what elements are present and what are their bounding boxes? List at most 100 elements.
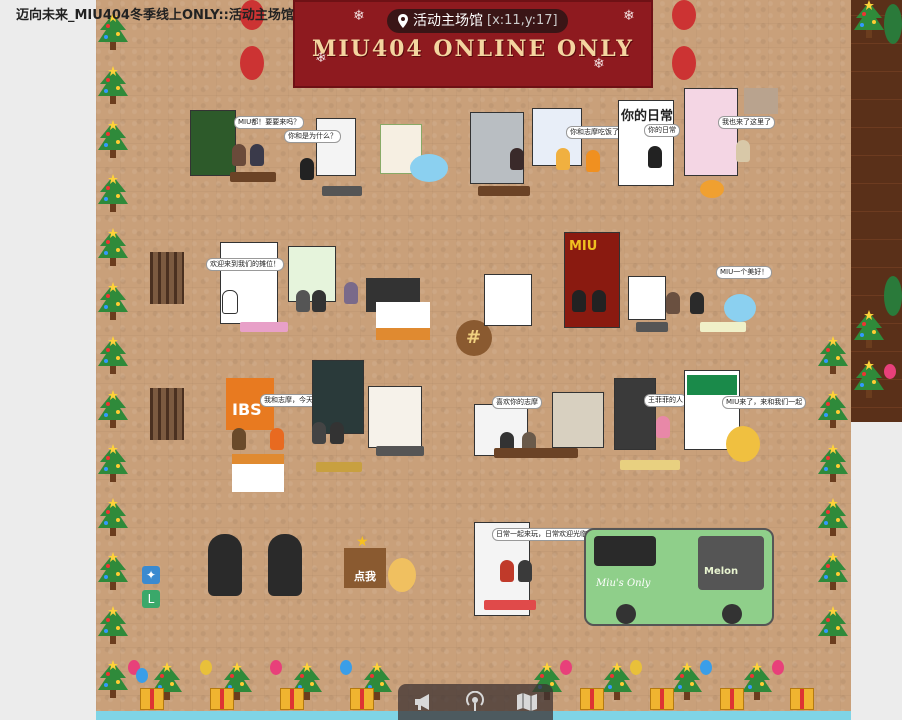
avatar[interactable] <box>572 290 586 312</box>
booth-poster[interactable] <box>190 110 236 176</box>
booth-table[interactable] <box>316 462 362 472</box>
christmas-tree-icon <box>672 662 702 700</box>
gift-icon <box>790 688 814 710</box>
balloon-icon <box>200 660 212 675</box>
avatar[interactable] <box>586 150 600 172</box>
booth-poster[interactable]: MIU <box>564 232 620 328</box>
christmas-tree-icon <box>98 498 128 536</box>
avatar[interactable] <box>672 46 696 80</box>
avatar[interactable] <box>518 560 532 582</box>
avatar[interactable] <box>222 290 238 314</box>
christmas-tree-icon <box>818 552 848 590</box>
avatar[interactable] <box>296 290 310 312</box>
avatar[interactable] <box>270 428 284 450</box>
christmas-tree-icon <box>602 662 632 700</box>
booth-poster[interactable] <box>368 386 422 448</box>
booth-table[interactable] <box>376 446 424 456</box>
gift-icon <box>140 688 164 710</box>
location-name: 活动主场馆 <box>413 13 483 29</box>
avatar[interactable] <box>344 282 358 304</box>
avatar[interactable] <box>510 148 524 170</box>
avatar[interactable] <box>388 558 416 592</box>
balloon-icon <box>560 660 572 675</box>
poster-header <box>687 375 737 395</box>
balloon-icon <box>630 660 642 675</box>
booth-table[interactable] <box>484 600 536 610</box>
booth-table[interactable] <box>232 454 284 492</box>
map-icon[interactable] <box>513 688 541 716</box>
avatar[interactable] <box>208 534 242 596</box>
booth-table[interactable] <box>700 322 746 332</box>
avatar[interactable] <box>232 428 246 450</box>
christmas-tree-icon <box>818 498 848 536</box>
avatar[interactable] <box>592 290 606 312</box>
christmas-tree-icon <box>98 552 128 590</box>
booth-table[interactable] <box>620 460 680 470</box>
avatar[interactable] <box>666 292 680 314</box>
avatar[interactable] <box>736 140 750 162</box>
booth-poster[interactable] <box>552 392 604 448</box>
hashtag-icon: # <box>466 327 482 348</box>
podcast-icon[interactable] <box>461 688 489 716</box>
avatar[interactable] <box>240 46 264 80</box>
avatar[interactable] <box>884 4 902 44</box>
christmas-tree-icon <box>818 390 848 428</box>
banner-text: MIU404 ONLINE ONLY <box>311 36 635 62</box>
christmas-tree-icon <box>98 282 128 320</box>
avatar[interactable] <box>656 416 670 438</box>
gift-icon <box>580 688 604 710</box>
booth-table[interactable] <box>494 448 578 458</box>
avatar[interactable] <box>556 148 570 170</box>
avatar[interactable] <box>410 154 448 182</box>
bonus-icon[interactable]: ✦ <box>142 566 160 584</box>
christmas-tree-icon <box>98 66 128 104</box>
christmas-tree-icon <box>854 360 884 398</box>
signpost[interactable]: 点我 <box>344 548 386 588</box>
booth-table[interactable] <box>240 322 288 332</box>
balloon-icon <box>884 364 896 379</box>
booth-table[interactable] <box>376 302 430 340</box>
avatar[interactable] <box>726 426 760 462</box>
melon-truck[interactable]: Melon Miu's Only <box>584 528 774 626</box>
truck-text: Miu's Only <box>596 578 651 589</box>
christmas-tree-icon <box>98 660 128 698</box>
booth-poster[interactable] <box>484 274 532 326</box>
avatar[interactable] <box>312 290 326 312</box>
booth-table[interactable] <box>478 186 530 196</box>
booth-poster[interactable] <box>614 378 656 450</box>
booth-poster[interactable] <box>628 276 666 320</box>
avatar[interactable] <box>232 144 246 166</box>
avatar[interactable] <box>672 0 696 30</box>
avatar[interactable] <box>690 292 704 314</box>
christmas-tree-icon <box>854 0 884 38</box>
booth-table[interactable] <box>636 322 668 332</box>
avatar[interactable] <box>884 276 902 316</box>
balloon-icon <box>136 668 148 683</box>
page-title: 迈向未来_MIU404冬季线上ONLY::活动主场馆 <box>16 8 294 23</box>
wooden-fence <box>150 388 184 440</box>
avatar[interactable] <box>700 180 724 198</box>
christmas-tree-icon <box>98 174 128 212</box>
wooden-fence <box>150 252 184 304</box>
booth-table[interactable] <box>322 186 362 196</box>
megaphone-icon[interactable] <box>410 688 438 716</box>
location-indicator[interactable]: 活动主场馆 [x:11,y:17] <box>387 9 568 33</box>
link-icon[interactable]: L <box>142 590 160 608</box>
booth-poster[interactable] <box>684 88 738 176</box>
avatar[interactable] <box>330 422 344 444</box>
avatar[interactable] <box>648 146 662 168</box>
chat-bubble: 王菲菲的人 <box>644 394 687 407</box>
booth-table[interactable] <box>230 172 276 182</box>
christmas-tree-icon <box>818 444 848 482</box>
avatar[interactable] <box>724 294 756 322</box>
avatar[interactable] <box>300 158 314 180</box>
chat-bubble: 你的日常 <box>644 124 680 137</box>
avatar[interactable] <box>312 422 326 444</box>
avatar[interactable] <box>500 560 514 582</box>
gift-icon <box>210 688 234 710</box>
booth-poster[interactable] <box>316 118 356 176</box>
booth-poster[interactable]: 你的日常 <box>618 100 674 186</box>
booth-poster[interactable] <box>744 88 778 114</box>
avatar[interactable] <box>268 534 302 596</box>
avatar[interactable] <box>250 144 264 166</box>
